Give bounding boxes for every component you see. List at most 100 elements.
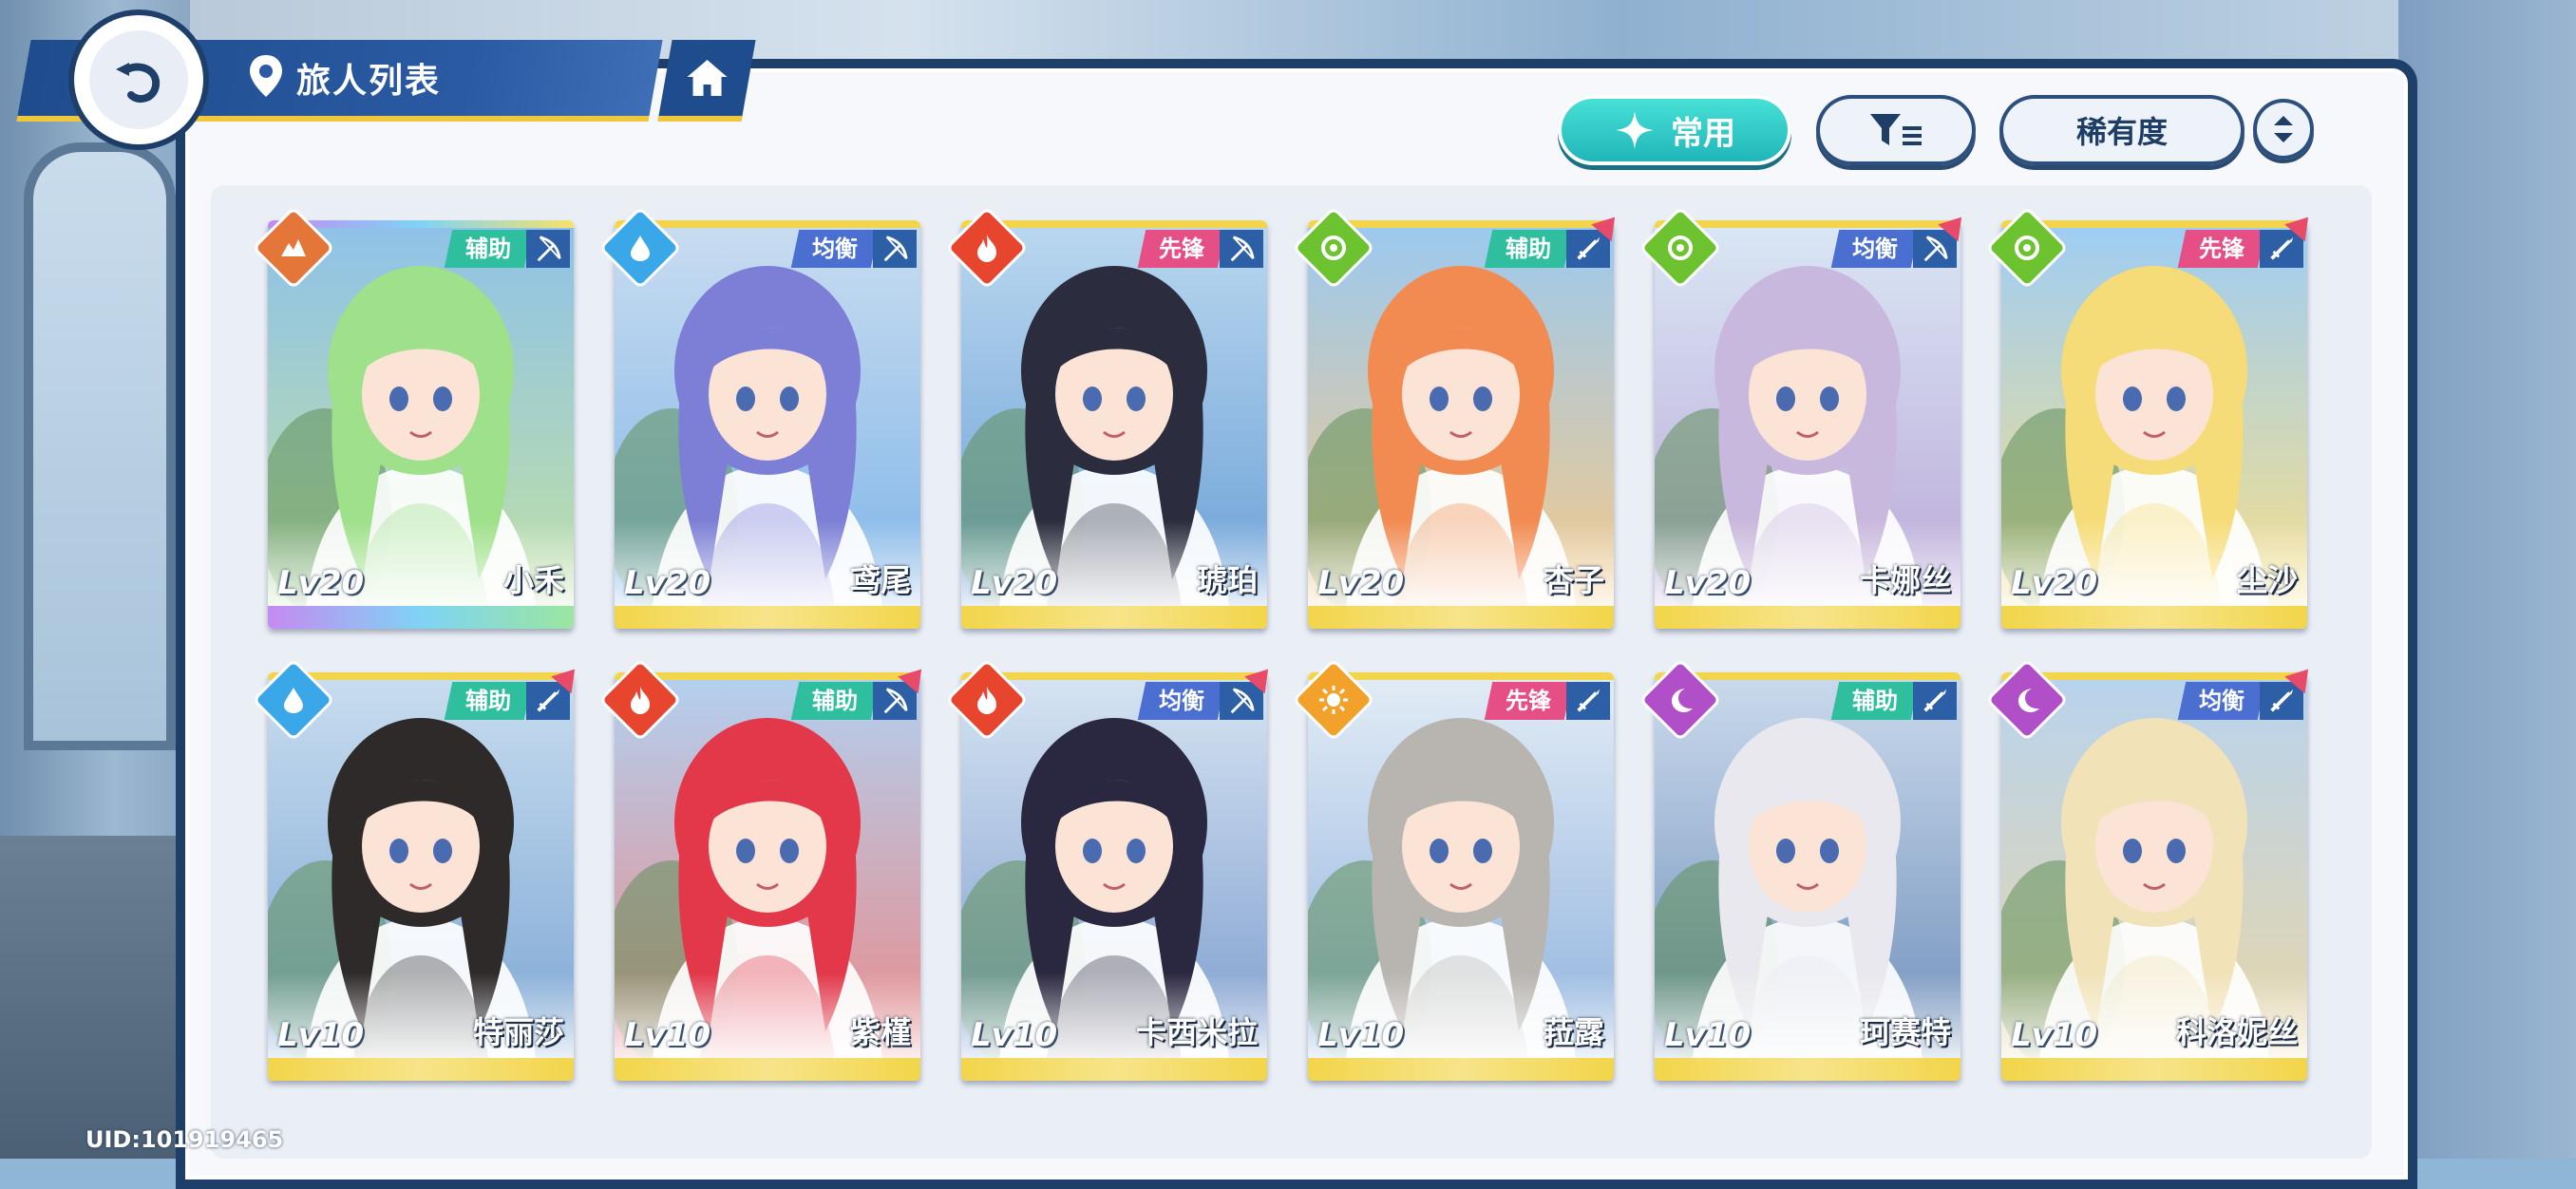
role-tag: 先锋	[1484, 682, 1573, 720]
filter-button[interactable]	[1816, 95, 1976, 165]
character-level: Lv10	[971, 1016, 1058, 1054]
role-tag: 辅助	[1484, 230, 1573, 268]
character-card-slot: 先锋 Lv20 琥珀	[945, 206, 1267, 629]
character-card[interactable]: 均衡 Lv10 卡西米拉	[961, 672, 1267, 1081]
role-tag: 先锋	[2177, 230, 2266, 268]
role-label: 先锋	[1159, 236, 1204, 262]
role-label: 辅助	[465, 688, 511, 714]
role-tag: 均衡	[1830, 230, 1920, 268]
character-name: 特丽莎	[472, 1014, 564, 1050]
bow-icon	[1220, 230, 1263, 268]
role-label: 辅助	[1506, 236, 1551, 262]
character-card-slot: 辅助 Lv10 特丽莎	[252, 658, 585, 1081]
character-name: 杏子	[1543, 562, 1604, 598]
character-card[interactable]: 先锋 Lv20 琥珀	[961, 220, 1267, 629]
back-arrow-icon	[116, 63, 161, 104]
character-level: Lv20	[277, 564, 365, 602]
card-level-stripe	[1308, 606, 1614, 629]
card-level-stripe	[615, 1058, 920, 1081]
sort-order-toggle[interactable]	[2253, 99, 2314, 160]
character-name: 菈露	[1543, 1014, 1604, 1050]
character-level: Lv10	[2011, 1016, 2098, 1054]
bow-icon	[526, 230, 570, 268]
character-name: 小禾	[502, 562, 564, 598]
character-card[interactable]: 均衡 Lv20 鸢尾	[615, 220, 920, 629]
sort-down-icon	[2274, 133, 2293, 142]
character-name: 珂赛特	[1859, 1014, 1951, 1050]
card-level-stripe	[2001, 1058, 2307, 1081]
character-level: Lv20	[624, 564, 711, 602]
character-card-slot: 均衡 Lv20 卡娜丝	[1638, 206, 1972, 629]
role-tag: 均衡	[790, 230, 880, 268]
sword-icon	[1566, 682, 1610, 720]
character-level: Lv10	[624, 1016, 711, 1054]
character-card-slot: 辅助 Lv20 杏子	[1292, 206, 1625, 629]
home-button[interactable]	[657, 40, 756, 122]
character-card-slot: 均衡 Lv10 卡西米拉	[945, 658, 1279, 1081]
character-card[interactable]: 辅助 Lv10 珂赛特	[1655, 672, 1960, 1081]
character-name: 卡娜丝	[1859, 562, 1951, 598]
character-name: 鸢尾	[849, 562, 911, 598]
character-name: 琥珀	[1196, 562, 1258, 598]
role-label: 先锋	[2199, 236, 2245, 262]
character-level: Lv10	[277, 1016, 365, 1054]
card-level-stripe	[615, 606, 920, 629]
sort-up-icon	[2274, 116, 2293, 125]
role-tag: 先锋	[1137, 230, 1226, 268]
card-level-stripe	[1308, 1058, 1614, 1081]
character-name: 科洛妮丝	[2175, 1014, 2298, 1050]
role-label: 均衡	[2199, 688, 2245, 714]
role-label: 均衡	[1852, 236, 1898, 262]
bow-icon	[873, 230, 917, 268]
character-card-slot: 均衡 Lv10 科洛妮丝	[1985, 658, 2319, 1081]
character-card-slot: 先锋 Lv10 菈露	[1292, 658, 1614, 1081]
background-window	[24, 142, 176, 750]
character-card[interactable]: 辅助 Lv20 小禾	[268, 220, 574, 629]
character-grid: 辅助 Lv20 小禾 均衡 Lv20 鸢尾 先锋 Lv20 琥珀 辅助 Lv20 杏子 均衡 Lv20 卡娜…	[252, 206, 2319, 1081]
character-level: Lv20	[971, 564, 1058, 602]
card-level-stripe	[1655, 1058, 1960, 1081]
role-tag: 辅助	[444, 230, 533, 268]
uid-label: UID:101919465	[85, 1126, 284, 1153]
background-right	[2398, 0, 2576, 1159]
character-card[interactable]: 均衡 Lv20 卡娜丝	[1655, 220, 1960, 629]
role-tag: 均衡	[1137, 682, 1226, 720]
character-level: Lv20	[1664, 564, 1752, 602]
character-card[interactable]: 辅助 Lv10 紫槿	[615, 672, 920, 1081]
role-label: 辅助	[1852, 688, 1898, 714]
common-filter-label: 常用	[1671, 114, 1735, 153]
filter-icon	[1870, 114, 1922, 145]
role-tag: 辅助	[790, 682, 880, 720]
background-floor	[0, 836, 190, 1159]
character-name: 卡西米拉	[1135, 1014, 1258, 1050]
card-level-stripe	[1655, 606, 1960, 629]
character-card[interactable]: 辅助 Lv20 杏子	[1308, 220, 1614, 629]
back-button-inner	[89, 30, 188, 129]
character-card[interactable]: 先锋 Lv20 尘沙	[2001, 220, 2307, 629]
character-card[interactable]: 均衡 Lv10 科洛妮丝	[2001, 672, 2307, 1081]
card-level-stripe	[961, 1058, 1267, 1081]
character-level: Lv10	[1317, 1016, 1405, 1054]
common-filter-button[interactable]: 常用	[1558, 95, 1791, 165]
role-tag: 辅助	[444, 682, 533, 720]
home-icon	[687, 60, 728, 96]
sort-by-rarity-button[interactable]: 稀有度	[1999, 95, 2245, 165]
character-card-slot: 辅助 Lv10 珂赛特	[1638, 658, 1960, 1081]
role-label: 辅助	[465, 236, 511, 262]
back-button[interactable]	[74, 15, 203, 144]
role-tag: 均衡	[2177, 682, 2266, 720]
character-card[interactable]: 辅助 Lv10 特丽莎	[268, 672, 574, 1081]
card-level-stripe	[268, 1058, 574, 1081]
character-level: Lv20	[1317, 564, 1405, 602]
sword-icon	[1913, 682, 1957, 720]
sort-label: 稀有度	[2075, 114, 2168, 150]
character-name: 紫槿	[849, 1014, 911, 1050]
character-level: Lv10	[1664, 1016, 1752, 1054]
role-label: 先锋	[1506, 688, 1551, 714]
card-level-stripe	[2001, 606, 2307, 629]
character-card[interactable]: 先锋 Lv10 菈露	[1308, 672, 1614, 1081]
role-label: 辅助	[812, 688, 858, 714]
character-name: 尘沙	[2236, 562, 2298, 598]
character-level: Lv20	[2011, 564, 2098, 602]
role-tag: 辅助	[1830, 682, 1920, 720]
